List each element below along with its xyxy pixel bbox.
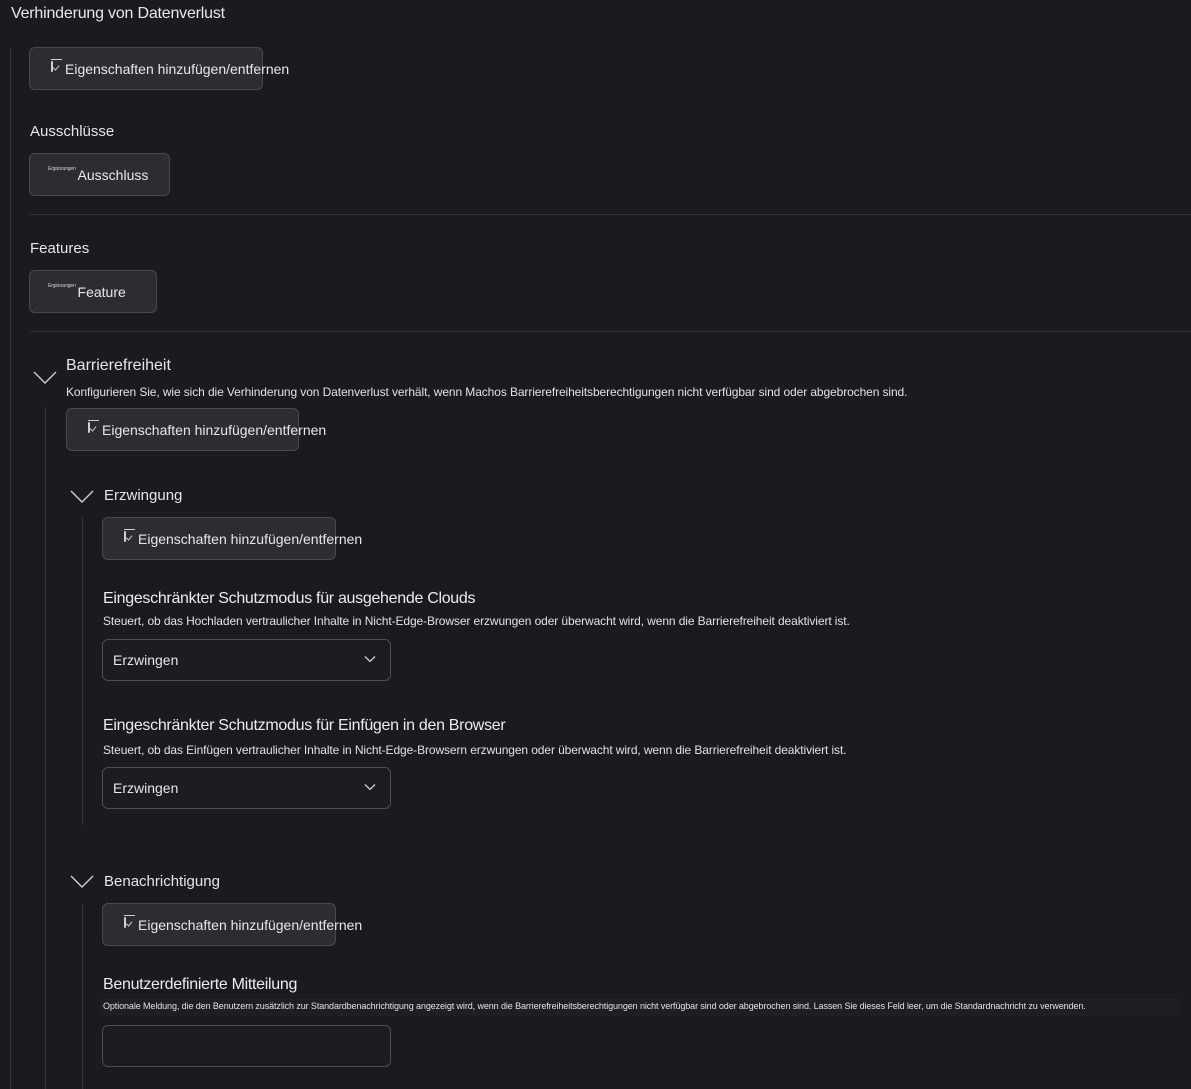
chevron-down-icon <box>364 784 376 791</box>
accessibility-description: Konfigurieren Sie, wie sich die Verhinde… <box>66 385 908 399</box>
page-title: Verhinderung von Datenverlust <box>11 5 225 22</box>
add-remove-properties-label: Eigenschaften hinzufügen/entfernen <box>102 421 327 438</box>
add-remove-properties-label: Eigenschaften hinzufügen/entfernen <box>138 530 363 547</box>
custom-message-title: Benutzerdefinierte Mitteilung <box>103 976 298 993</box>
paste-to-browser-value: Erzwingen <box>113 780 179 796</box>
add-exclusion-label: Ausschluss <box>77 166 149 183</box>
accessibility-heading: Barrierefreiheit <box>66 357 171 374</box>
chevron-down-icon[interactable] <box>69 873 95 889</box>
cloud-egress-select[interactable]: Erzwingen <box>102 639 391 681</box>
enforcement-heading: Erzwingung <box>104 487 183 504</box>
add-remove-properties-label: Eigenschaften hinzufügen/entfernen <box>138 916 363 933</box>
chevron-down-icon <box>364 656 376 663</box>
tree-guide-line <box>82 904 83 1089</box>
tree-guide-line <box>10 48 11 1089</box>
exclusions-heading: Ausschlüsse <box>30 123 115 140</box>
notification-heading: Benachrichtigung <box>104 873 220 890</box>
cloud-egress-title: Eingeschränkter Schutzmodus für ausgehen… <box>103 590 476 607</box>
checklist-icon <box>88 420 99 433</box>
custom-message-input[interactable] <box>102 1025 391 1067</box>
cloud-egress-description: Steuert, ob das Hochladen vertraulicher … <box>103 614 850 628</box>
features-heading: Features <box>30 240 90 257</box>
add-remove-properties-label: Eigenschaften hinzufügen/entfernen <box>65 60 290 77</box>
cloud-egress-value: Erzwingen <box>113 652 179 668</box>
divider <box>30 331 1191 332</box>
add-remove-properties-button[interactable]: Eigenschaften hinzufügen/entfernen <box>102 903 362 946</box>
add-remove-properties-button[interactable]: Eigenschaften hinzufügen/entfernen <box>102 517 362 560</box>
paste-to-browser-title: Eingeschränkter Schutzmodus für Einfügen… <box>103 717 506 734</box>
add-remove-properties-button[interactable]: Eigenschaften hinzufügen/entfernen <box>66 408 326 451</box>
add-remove-properties-button[interactable]: Eigenschaften hinzufügen/entfernen <box>29 47 289 90</box>
tree-guide-line <box>45 407 46 1089</box>
checklist-icon <box>124 915 135 928</box>
add-feature-button[interactable]: Ergänzungen Feature <box>29 270 157 313</box>
checklist-icon <box>51 59 62 72</box>
chevron-down-icon[interactable] <box>32 369 58 385</box>
add-exclusion-button[interactable]: Ergänzungen Ausschluss <box>29 153 170 196</box>
chevron-down-icon[interactable] <box>69 488 95 504</box>
checklist-icon <box>124 529 135 542</box>
tree-guide-line <box>82 517 83 825</box>
additions-tag: Ergänzungen <box>48 165 76 172</box>
paste-to-browser-select[interactable]: Erzwingen <box>102 767 391 809</box>
divider <box>30 214 1191 215</box>
additions-tag: Ergänzungen <box>48 282 76 289</box>
custom-message-description: Optionale Meldung, die den Benutzern zus… <box>103 1001 1086 1011</box>
paste-to-browser-description: Steuert, ob das Einfügen vertraulicher I… <box>103 743 847 757</box>
add-feature-label: Feature <box>77 283 126 300</box>
